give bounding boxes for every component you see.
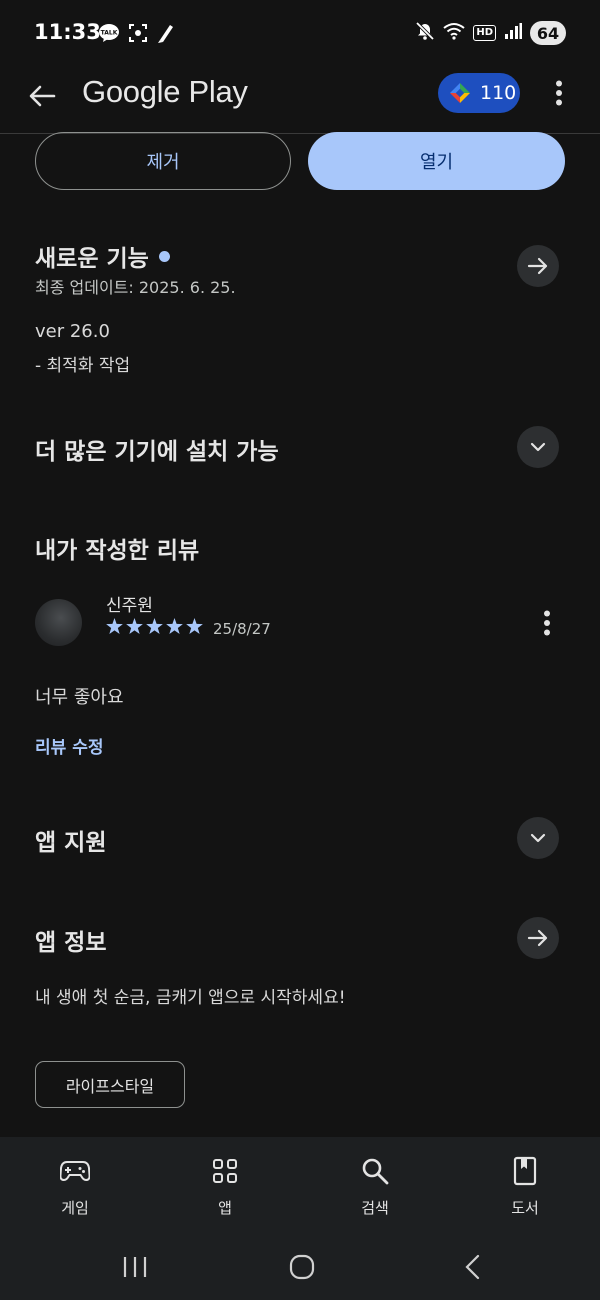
chevron-down-icon [530,833,546,843]
svg-text:TALK: TALK [101,30,118,37]
play-points-chip[interactable]: 110 [438,73,520,113]
star-icon [126,618,143,634]
app-title: Google Play [82,74,248,109]
app-support-title[interactable]: 앱 지원 [35,823,107,857]
apps-grid-icon [212,1155,238,1187]
bottom-navigation: 게임 앱 검색 도서 [0,1137,600,1233]
app-info-arrow-button[interactable] [517,917,559,959]
status-time: 11:33 [34,20,101,44]
nav-label-search: 검색 [361,1199,389,1217]
star-icon [166,618,183,634]
home-icon [289,1254,315,1280]
app-support-expand-button[interactable] [517,817,559,859]
star-icon [106,618,123,634]
system-icons: HD 64 [415,21,566,45]
gamepad-icon [60,1155,90,1187]
arrow-right-icon [527,929,548,947]
recents-icon [123,1257,147,1277]
chevron-down-icon [530,442,546,452]
more-vert-icon [544,610,550,636]
notification-icons: TALK [98,22,176,48]
mute-icon [415,21,435,45]
new-indicator-dot [158,251,170,262]
status-bar: 11:33 TALK HD 64 [0,0,600,66]
more-devices-expand-button[interactable] [517,426,559,468]
more-options-button[interactable] [546,78,572,108]
recents-button[interactable] [115,1251,155,1283]
nav-item-search[interactable]: 검색 [315,1137,435,1233]
open-button[interactable]: 열기 [308,132,565,190]
play-points-icon [450,83,470,103]
back-button[interactable] [22,76,62,116]
star-rating [106,618,203,634]
book-icon [513,1155,537,1187]
app-bar: Google Play 110 [0,66,600,134]
hd-icon: HD [473,25,496,41]
back-nav-button[interactable] [452,1251,492,1283]
version-text: ver 26.0 [35,321,110,342]
more-vert-icon [556,80,562,106]
avatar [35,599,82,646]
talk-icon: TALK [98,23,120,47]
battery-indicator: 64 [530,21,566,45]
nav-item-apps[interactable]: 앱 [165,1137,285,1233]
chevron-left-icon [465,1254,480,1280]
review-more-button[interactable] [536,608,558,638]
star-icon [186,618,203,634]
edit-review-link[interactable]: 리뷰 수정 [35,733,103,758]
last-update-text: 최종 업데이트: 2025. 6. 25. [35,278,236,297]
signal-icon [504,23,522,43]
points-value: 110 [480,82,517,104]
remove-button[interactable]: 제거 [35,132,291,190]
nav-label-apps: 앱 [218,1199,232,1217]
star-icon [146,618,163,634]
arrow-right-icon [527,257,548,275]
update-note-text: - 최적화 작업 [35,356,131,376]
nav-label-games: 게임 [61,1199,89,1217]
wifi-icon [443,22,465,44]
nav-item-games[interactable]: 게임 [15,1137,135,1233]
app-description: 내 생애 첫 순금, 금캐기 앱으로 시작하세요! [35,988,346,1008]
pen-icon [156,22,176,48]
search-icon [361,1155,389,1187]
app-info-title[interactable]: 앱 정보 [35,923,107,957]
category-tag-chip[interactable]: 라이프스타일 [35,1061,185,1108]
review-date: 25/8/27 [213,620,271,638]
whats-new-arrow-button[interactable] [517,245,559,287]
reviewer-name: 신주원 [106,596,153,616]
whats-new-section-title[interactable]: 새로운 기능 [35,239,170,273]
more-devices-title[interactable]: 더 많은 기기에 설치 가능 [35,432,279,466]
system-navigation-bar [0,1233,600,1300]
whats-new-title: 새로운 기능 [35,246,149,272]
home-button[interactable] [282,1251,322,1283]
screenshot-icon [128,23,148,47]
arrow-left-icon [29,85,56,107]
my-review-title: 내가 작성한 리뷰 [35,538,200,564]
nav-item-books[interactable]: 도서 [465,1137,585,1233]
review-text: 너무 좋아요 [35,687,124,708]
nav-label-books: 도서 [511,1199,539,1217]
